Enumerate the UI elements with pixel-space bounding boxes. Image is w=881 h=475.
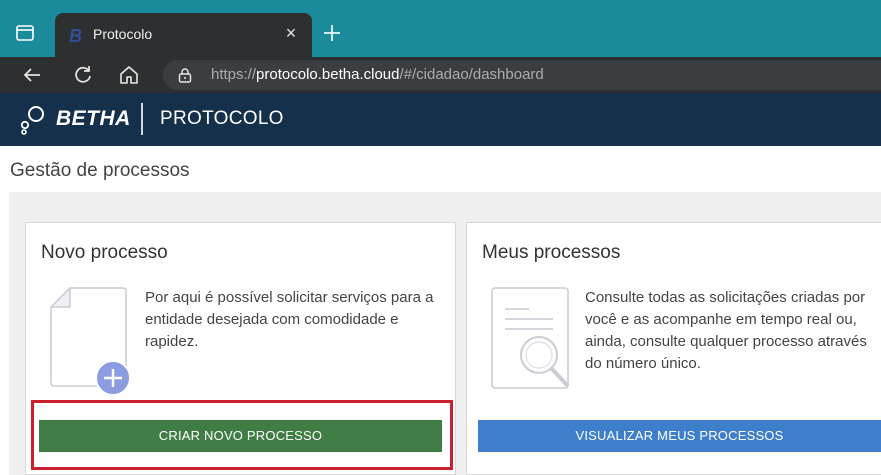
svg-text:B: B bbox=[69, 26, 82, 45]
tab-close-icon[interactable]: × bbox=[280, 22, 302, 44]
page-title: Gestão de processos bbox=[10, 160, 190, 181]
home-icon[interactable] bbox=[117, 63, 141, 87]
card-description: Consulte todas as solicitações criadas p… bbox=[585, 289, 867, 372]
search-document-icon bbox=[491, 287, 569, 389]
lock-icon[interactable] bbox=[177, 67, 193, 83]
browser-address-bar: https://protocolo.betha.cloud/#/cidadao/… bbox=[0, 57, 881, 93]
new-tab-icon[interactable] bbox=[319, 20, 345, 46]
app-name: PROTOCOLO bbox=[160, 108, 284, 129]
tab-title: Protocolo bbox=[93, 26, 153, 42]
highlight-box bbox=[31, 400, 453, 470]
app-header: BETHA PROTOCOLO bbox=[0, 93, 881, 146]
betha-logo-icon[interactable] bbox=[19, 103, 49, 135]
card-title: Novo processo bbox=[41, 242, 168, 263]
url-text: https://protocolo.betha.cloud/#/cidadao/… bbox=[211, 66, 544, 83]
betha-favicon-icon: B bbox=[69, 26, 82, 45]
new-document-icon bbox=[50, 287, 131, 396]
card-title: Meus processos bbox=[482, 242, 621, 263]
reload-icon[interactable] bbox=[71, 63, 95, 87]
back-arrow-icon[interactable] bbox=[20, 63, 44, 87]
url-field[interactable]: https://protocolo.betha.cloud/#/cidadao/… bbox=[163, 60, 881, 90]
header-divider bbox=[141, 103, 143, 135]
card-description: Por aqui é possível solicitar serviços p… bbox=[145, 289, 434, 350]
brand-name[interactable]: BETHA bbox=[56, 107, 131, 131]
view-my-processes-button[interactable]: VISUALIZAR MEUS PROCESSOS bbox=[478, 420, 881, 452]
window-menu-icon[interactable] bbox=[14, 23, 36, 43]
browser-tab-strip: B Protocolo × bbox=[0, 0, 881, 57]
browser-tab[interactable]: B Protocolo × bbox=[55, 13, 312, 57]
